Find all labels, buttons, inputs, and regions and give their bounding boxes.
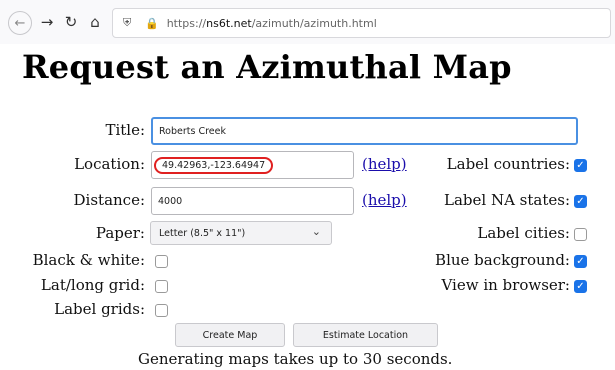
label-cities-checkbox[interactable] [574,228,587,241]
back-arrow-icon[interactable]: ← [8,11,32,35]
url-prefix: https:// [166,16,207,30]
distance-input-value: 4000 [158,195,183,207]
chevron-down-icon: ⌄ [311,225,321,238]
estimate-location-button[interactable]: Estimate Location [293,323,438,347]
paper-label: Paper: [95,224,145,242]
label-grids-label: Label grids: [54,300,145,318]
browser-toolbar: ← → ↻ ⌂ ⛨ 🔒 https://ns6t.net/azimuth/azi… [0,0,615,44]
home-icon[interactable]: ⌂ [84,11,106,33]
forward-arrow-icon[interactable]: → [36,11,58,33]
location-help-link[interactable]: (help) [362,155,407,173]
url-text[interactable]: https://ns6t.net/azimuth/azimuth.html [167,17,377,30]
label-na-states-label: Label NA states: [444,191,570,209]
title-label: Title: [105,121,145,139]
page-title: Request an Azimuthal Map [22,48,512,86]
reload-icon[interactable]: ↻ [60,11,82,33]
url-host: ns6t.net [206,16,252,30]
paper-select[interactable]: Letter (8.5" x 11") ⌄ [150,221,332,245]
location-input-value: 49.42963,-123.64947 [154,156,274,174]
distance-label: Distance: [73,191,145,209]
view-in-browser-checkbox[interactable]: ✓ [574,280,587,293]
title-input[interactable]: Roberts Creek [151,117,578,145]
generation-note: Generating maps takes up to 30 seconds. [138,350,453,368]
shield-icon[interactable]: ⛨ [123,16,135,30]
label-na-states-checkbox[interactable]: ✓ [574,195,587,208]
label-countries-label: Label countries: [446,155,570,173]
location-label: Location: [74,155,145,173]
view-in-browser-label: View in browser: [441,276,570,294]
url-path: /azimuth/azimuth.html [251,16,377,30]
label-countries-checkbox[interactable]: ✓ [574,159,587,172]
paper-select-value: Letter (8.5" x 11") [159,227,246,239]
latlong-grid-checkbox[interactable] [155,280,168,293]
location-input[interactable]: 49.42963,-123.64947 [151,151,354,179]
blue-background-label: Blue background: [435,251,570,269]
black-white-label: Black & white: [32,251,145,269]
latlong-grid-label: Lat/long grid: [40,276,145,294]
create-map-button[interactable]: Create Map [175,323,285,347]
blue-background-checkbox[interactable]: ✓ [574,255,587,268]
lock-icon[interactable]: 🔒 [145,17,159,30]
black-white-checkbox[interactable] [155,255,168,268]
title-input-value: Roberts Creek [159,125,226,137]
address-bar[interactable]: ⛨ 🔒 https://ns6t.net/azimuth/azimuth.htm… [112,8,611,38]
distance-help-link[interactable]: (help) [362,191,407,209]
label-grids-checkbox[interactable] [155,304,168,317]
label-cities-label: Label cities: [477,224,570,242]
distance-input[interactable]: 4000 [151,187,354,215]
